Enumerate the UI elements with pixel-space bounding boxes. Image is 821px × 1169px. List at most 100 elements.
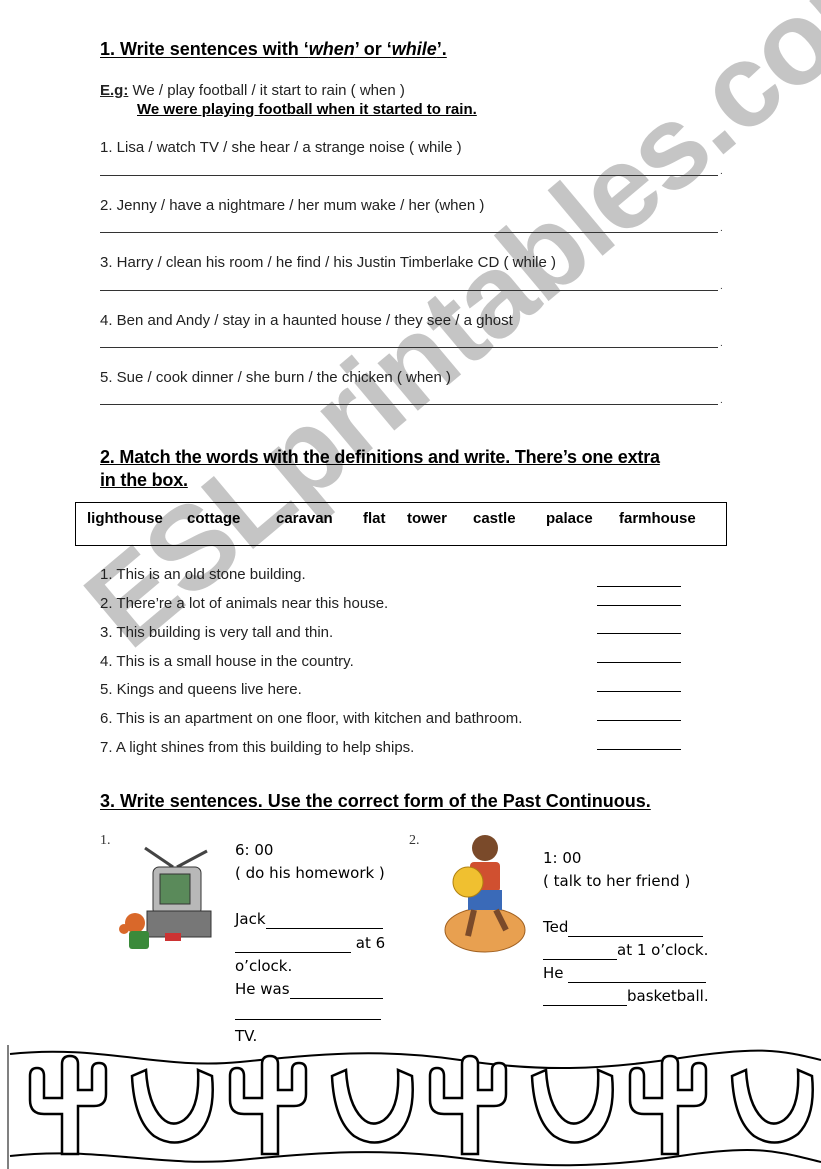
wave-bottom bbox=[9, 1149, 821, 1167]
item2-time: 1: 00 bbox=[543, 849, 582, 867]
cactus-icon bbox=[628, 1054, 708, 1156]
boy-head bbox=[472, 835, 498, 861]
item1-he-was: He was bbox=[235, 980, 290, 998]
girl-pigtail bbox=[119, 924, 129, 934]
definition-5: 5. Kings and queens live here. bbox=[100, 681, 302, 698]
item1-line2: at 6 bbox=[235, 934, 385, 953]
title-text: ’. bbox=[436, 39, 447, 59]
court-mat bbox=[444, 907, 526, 953]
answer-line-3[interactable] bbox=[100, 290, 718, 291]
definition-blank-7[interactable] bbox=[597, 749, 681, 750]
item2-line4: basketball. bbox=[543, 987, 709, 1006]
word-lighthouse: lighthouse bbox=[87, 510, 163, 527]
horseshoe-icon bbox=[330, 1068, 414, 1144]
item2-line1: Ted bbox=[543, 918, 704, 937]
item1-time: 6: 00 bbox=[235, 841, 274, 859]
item2-line2: at 1 o’clock. bbox=[543, 941, 708, 960]
word-box: lighthouse cottage caravan flat tower ca… bbox=[75, 502, 727, 546]
antenna-right bbox=[176, 849, 208, 869]
item1-line4: He was bbox=[235, 980, 383, 999]
title-while: while bbox=[391, 39, 437, 59]
definition-blank-5[interactable] bbox=[597, 691, 681, 692]
girl-body bbox=[129, 931, 149, 949]
item2-time-phrase: at 1 o’clock. bbox=[617, 941, 709, 959]
item2-basketball: basketball. bbox=[627, 987, 709, 1005]
word-cottage: cottage bbox=[187, 510, 241, 527]
definition-blank-3[interactable] bbox=[597, 633, 681, 634]
antenna-left bbox=[144, 846, 174, 869]
definition-7: 7. A light shines from this building to … bbox=[100, 739, 415, 756]
item2-blank-4[interactable] bbox=[543, 987, 627, 1006]
word-palace: palace bbox=[546, 510, 593, 527]
section3-title: 3. Write sentences. Use the correct form… bbox=[100, 791, 651, 811]
shoes bbox=[165, 933, 181, 941]
definition-2: 2. There’re a lot of animals near this h… bbox=[100, 595, 389, 612]
cactus-icon bbox=[428, 1054, 508, 1156]
item1-blank-3[interactable] bbox=[289, 980, 383, 999]
question-4: 4. Ben and Andy / stay in a haunted hous… bbox=[100, 312, 513, 329]
title-text: 1. Write sentences with ‘ bbox=[100, 39, 309, 59]
title-text: ’ or ‘ bbox=[354, 39, 392, 59]
word-caravan: caravan bbox=[276, 510, 333, 527]
definition-blank-1[interactable] bbox=[597, 586, 681, 587]
word-castle: castle bbox=[473, 510, 516, 527]
item2-line3: He bbox=[543, 964, 707, 983]
section2-title-line2: in the box. bbox=[100, 470, 188, 490]
item2-he: He bbox=[543, 964, 569, 982]
definition-blank-6[interactable] bbox=[597, 720, 681, 721]
word-farmhouse: farmhouse bbox=[619, 510, 696, 527]
example-prompt: E.g: We / play football / it start to ra… bbox=[100, 82, 405, 99]
item1-blank-2[interactable] bbox=[235, 934, 351, 953]
answer-line-5[interactable] bbox=[100, 404, 718, 405]
horseshoe-icon bbox=[130, 1068, 214, 1144]
definition-blank-4[interactable] bbox=[597, 662, 681, 663]
basketball bbox=[452, 866, 484, 898]
item1-cue: ( do his homework ) bbox=[235, 864, 385, 882]
section1-title: 1. Write sentences with ‘when’ or ‘while… bbox=[100, 39, 447, 60]
item2-blank-3[interactable] bbox=[568, 964, 707, 983]
basketball-boy-illustration bbox=[444, 835, 526, 953]
answer-line-1[interactable] bbox=[100, 175, 718, 176]
cactus-icon bbox=[28, 1054, 108, 1156]
answer-line-4[interactable] bbox=[100, 347, 718, 348]
line-end: . bbox=[720, 338, 723, 349]
horseshoe-icon bbox=[530, 1068, 614, 1144]
line-end: . bbox=[720, 223, 723, 234]
horseshoe-icon bbox=[730, 1068, 814, 1144]
item1-line3: o’clock. bbox=[235, 957, 293, 975]
item2-blank-2[interactable] bbox=[543, 941, 617, 960]
question-5: 5. Sue / cook dinner / she burn / the ch… bbox=[100, 369, 452, 386]
tv-girl-illustration bbox=[119, 846, 212, 949]
item1-number: 1. bbox=[100, 833, 111, 848]
example-label: E.g: bbox=[100, 82, 129, 99]
tv-screen bbox=[159, 873, 191, 905]
line-end: . bbox=[720, 166, 723, 177]
definition-1: 1. This is an old stone building. bbox=[100, 566, 306, 583]
definition-6: 6. This is an apartment on one floor, wi… bbox=[100, 710, 523, 727]
definition-4: 4. This is a small house in the country. bbox=[100, 653, 354, 670]
item2-blank-1[interactable] bbox=[568, 918, 704, 937]
border-motifs bbox=[28, 1054, 814, 1156]
item1-blank-4[interactable] bbox=[235, 1019, 381, 1020]
example-answer: We were playing football when it started… bbox=[137, 101, 477, 118]
definition-blank-2[interactable] bbox=[597, 605, 681, 606]
example-text: We / play football / it start to rain ( … bbox=[128, 82, 405, 99]
cactus-horseshoe-border bbox=[7, 1045, 821, 1169]
definition-3: 3. This building is very tall and thin. bbox=[100, 624, 334, 641]
answer-line-2[interactable] bbox=[100, 232, 718, 233]
item2-number: 2. bbox=[409, 833, 420, 848]
item1-subject: Jack bbox=[235, 910, 266, 928]
title-when: when bbox=[308, 39, 355, 59]
word-tower: tower bbox=[407, 510, 448, 527]
item1-blank-1[interactable] bbox=[265, 910, 383, 929]
item1-time-phrase: at 6 bbox=[351, 934, 386, 952]
item2-subject: Ted bbox=[543, 918, 569, 936]
question-3: 3. Harry / clean his room / he find / hi… bbox=[100, 254, 556, 271]
cactus-icon bbox=[228, 1054, 308, 1156]
question-2: 2. Jenny / have a nightmare / her mum wa… bbox=[100, 197, 485, 214]
word-flat: flat bbox=[363, 510, 386, 527]
question-1: 1. Lisa / watch TV / she hear / a strang… bbox=[100, 139, 462, 156]
section2-title-line1: 2. Match the words with the definitions … bbox=[100, 447, 660, 467]
item2-cue: ( talk to her friend ) bbox=[543, 872, 691, 890]
line-end: . bbox=[720, 281, 723, 292]
